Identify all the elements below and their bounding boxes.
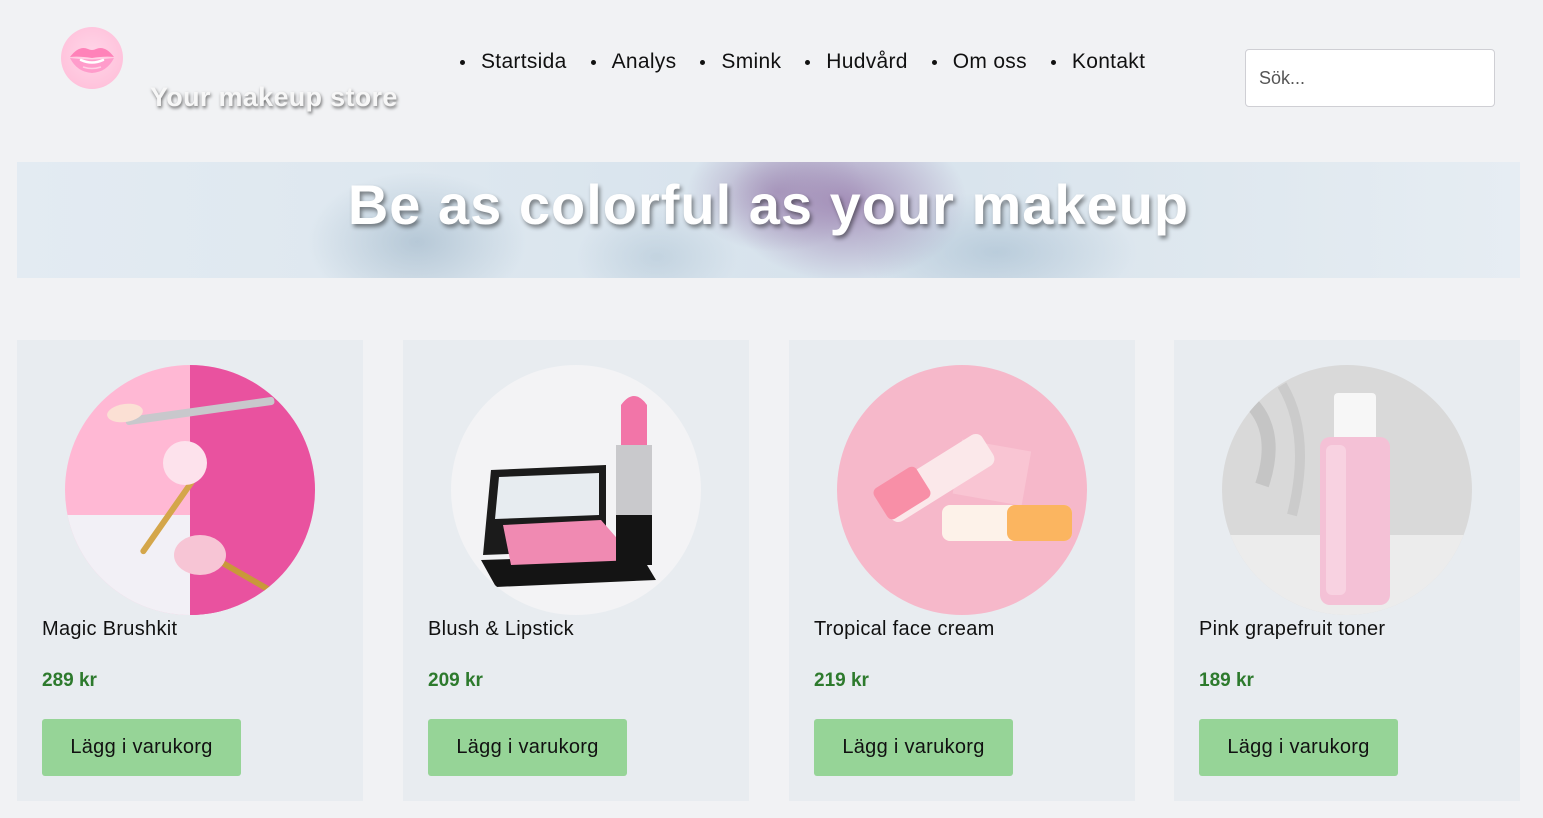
product-card: Blush & Lipstick 209 kr Lägg i varukorg	[403, 340, 749, 801]
product-image-face-cream	[837, 365, 1087, 615]
main-nav: Startsida Analys Smink Hudvård Om oss Ko…	[452, 50, 1145, 74]
add-to-cart-button[interactable]: Lägg i varukorg	[428, 719, 627, 776]
store-logo[interactable]	[61, 27, 123, 89]
bullet-icon	[805, 59, 811, 65]
product-name: Tropical face cream	[814, 618, 995, 640]
cream-tubes-icon	[837, 365, 1087, 615]
bullet-icon	[931, 59, 937, 65]
search-input[interactable]	[1245, 49, 1495, 107]
bullet-icon	[700, 59, 706, 65]
nav-item-startsida: Startsida	[452, 50, 567, 74]
product-name: Magic Brushkit	[42, 618, 178, 640]
product-name: Pink grapefruit toner	[1199, 618, 1386, 640]
hero-title: Be as colorful as your makeup	[347, 173, 1190, 236]
product-card: Magic Brushkit 289 kr Lägg i varukorg	[17, 340, 363, 801]
toner-bottle-icon	[1222, 365, 1472, 615]
add-to-cart-button[interactable]: Lägg i varukorg	[1199, 719, 1398, 776]
nav-link-smink[interactable]: Smink	[721, 50, 781, 74]
product-image-blush-lipstick	[451, 365, 701, 615]
nav-link-analys[interactable]: Analys	[612, 50, 677, 74]
product-image-brushes	[65, 365, 315, 615]
product-price: 189 kr	[1199, 670, 1254, 691]
nav-link-hudvard[interactable]: Hudvård	[826, 50, 907, 74]
brand-name[interactable]: Your makeup store	[150, 82, 398, 113]
nav-link-startsida[interactable]: Startsida	[481, 50, 567, 74]
bullet-icon	[590, 59, 596, 65]
makeup-brushes-icon	[65, 365, 315, 615]
product-price: 289 kr	[42, 670, 97, 691]
nav-item-kontakt: Kontakt	[1027, 50, 1145, 74]
add-to-cart-button[interactable]: Lägg i varukorg	[42, 719, 241, 776]
nav-item-hudvard: Hudvård	[781, 50, 907, 74]
bullet-icon	[1050, 59, 1056, 65]
nav-link-om-oss[interactable]: Om oss	[953, 50, 1027, 74]
hero-banner: Be as colorful as your makeup	[17, 162, 1520, 278]
lips-icon	[70, 48, 114, 73]
nav-item-smink: Smink	[676, 50, 781, 74]
nav-item-analys: Analys	[567, 50, 677, 74]
bullet-icon	[460, 59, 465, 65]
add-to-cart-button[interactable]: Lägg i varukorg	[814, 719, 1013, 776]
nav-item-om-oss: Om oss	[908, 50, 1027, 74]
product-card: Tropical face cream 219 kr Lägg i varuko…	[789, 340, 1135, 801]
product-card: Pink grapefruit toner 189 kr Lägg i varu…	[1174, 340, 1520, 801]
product-name: Blush & Lipstick	[428, 618, 574, 640]
blush-lipstick-icon	[451, 365, 701, 615]
nav-link-kontakt[interactable]: Kontakt	[1072, 50, 1145, 74]
product-price: 209 kr	[428, 670, 483, 691]
product-image-toner	[1222, 365, 1472, 615]
product-price: 219 kr	[814, 670, 869, 691]
